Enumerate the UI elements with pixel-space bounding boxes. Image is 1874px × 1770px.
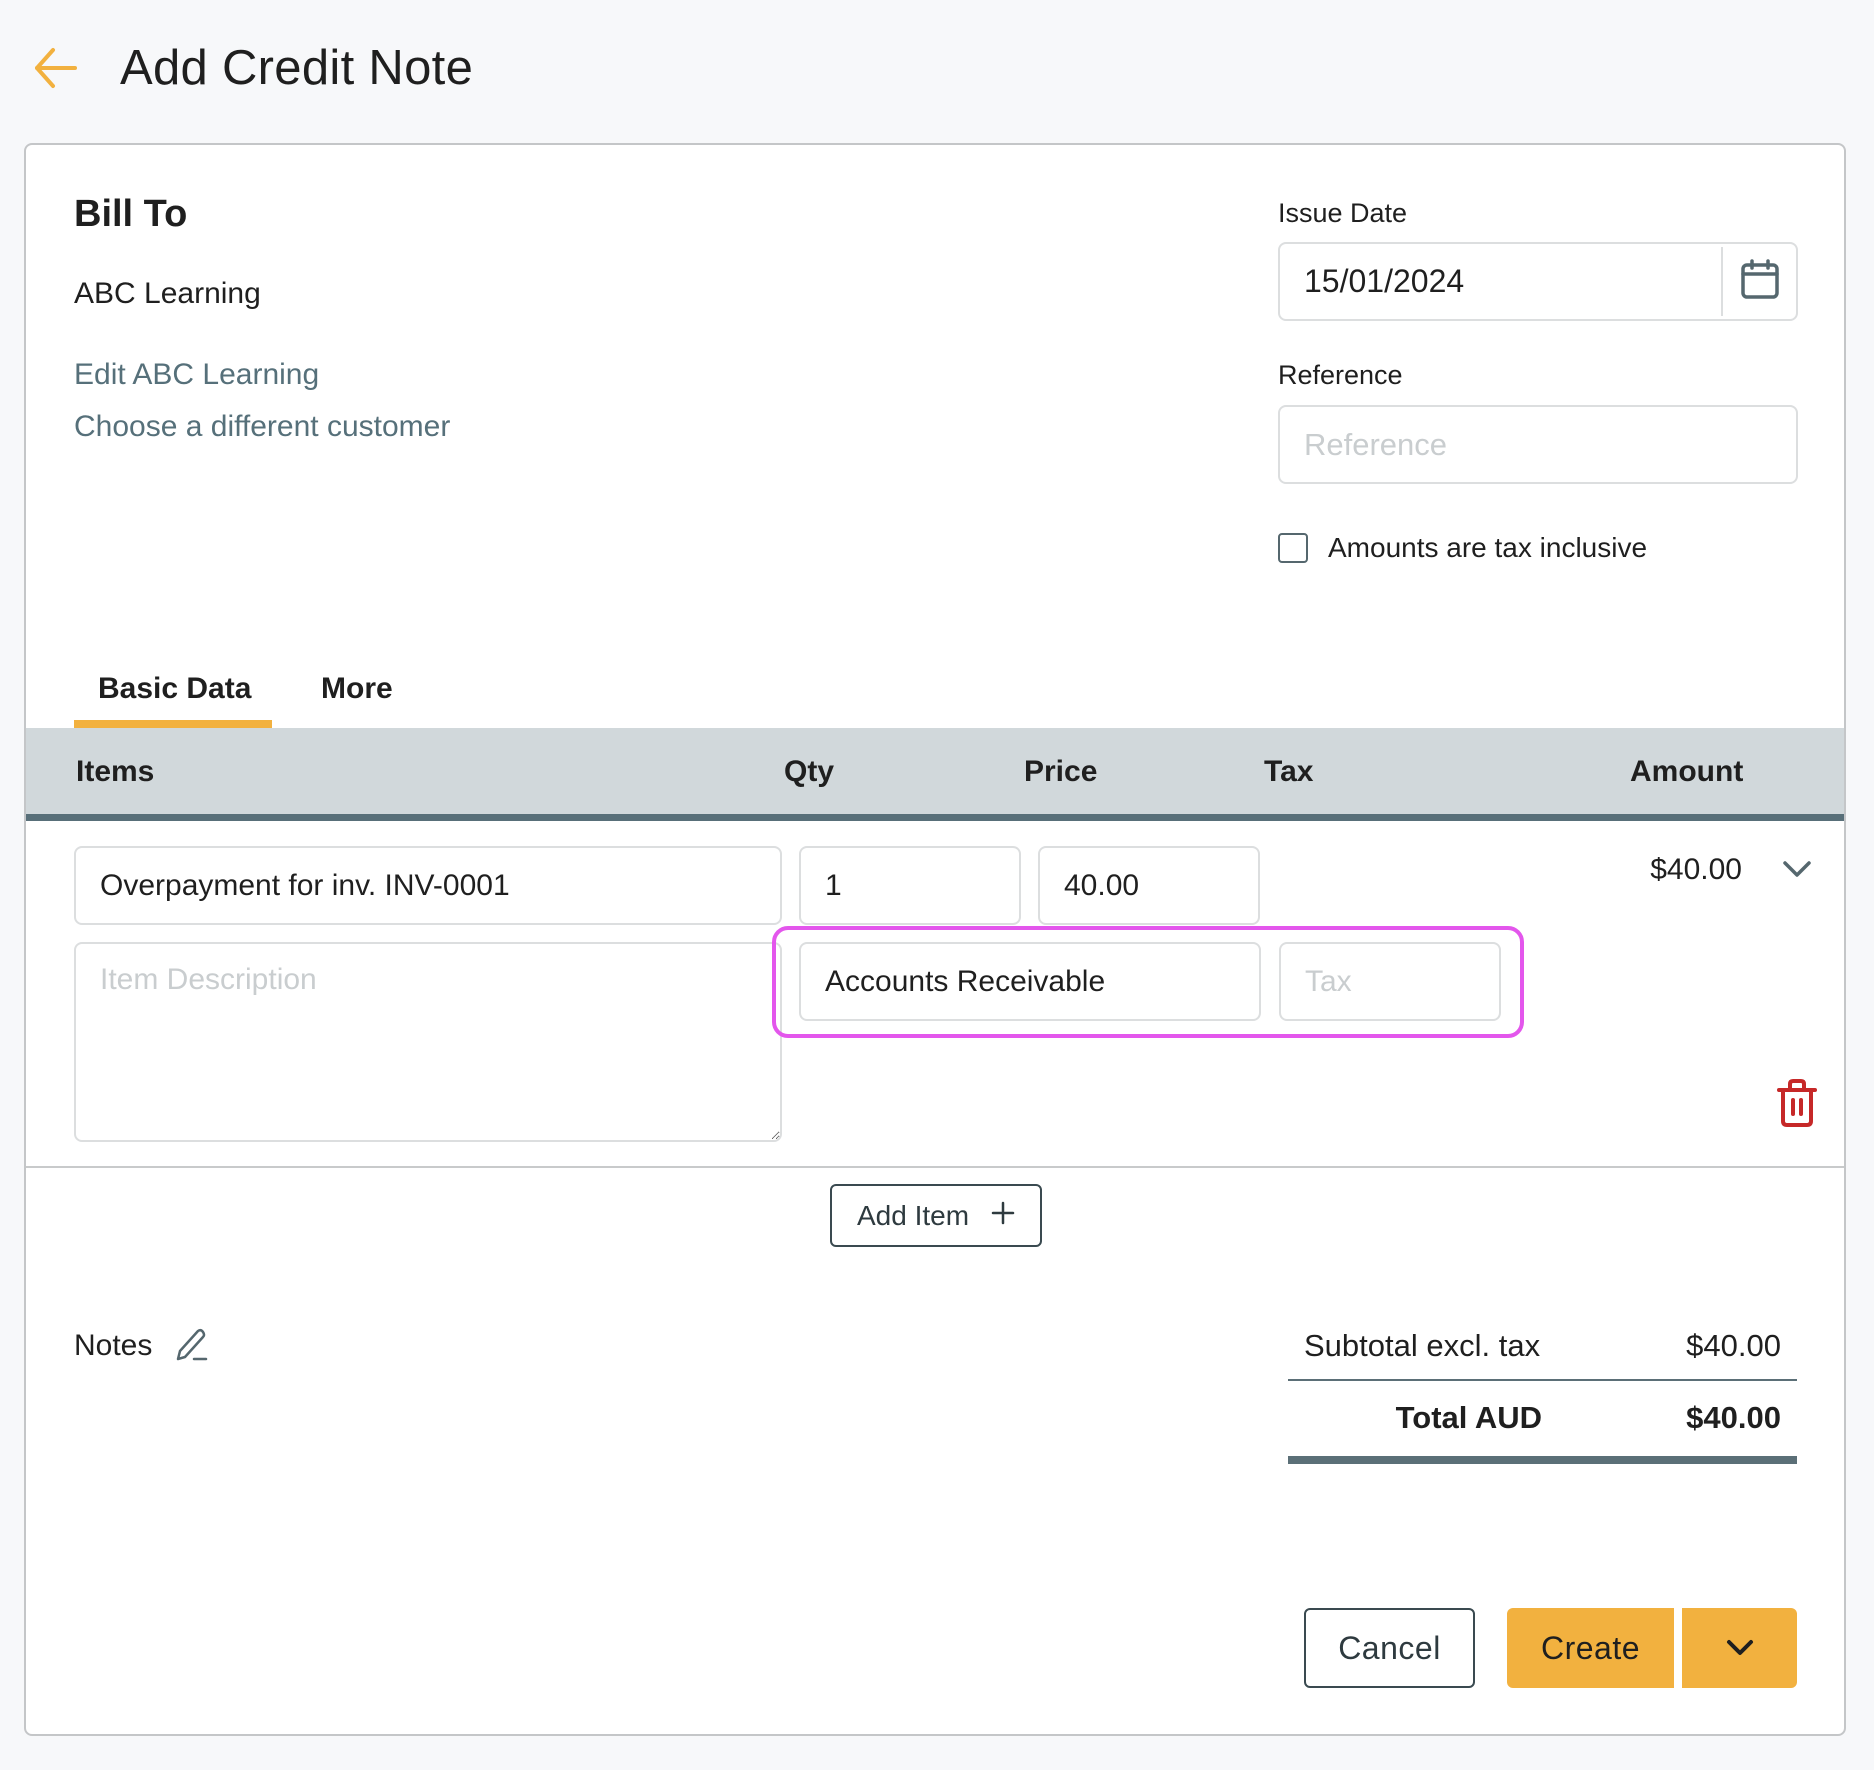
tab-more[interactable]: More xyxy=(321,669,393,709)
column-header-amount: Amount xyxy=(1630,755,1744,788)
add-item-label: Add Item xyxy=(856,1199,970,1231)
total-label: Total AUD xyxy=(1395,1400,1542,1435)
chevron-down-icon xyxy=(1724,1630,1756,1667)
items-table-header xyxy=(26,728,1844,814)
calendar-icon xyxy=(1740,258,1780,305)
create-button[interactable]: Create xyxy=(1507,1608,1674,1688)
issue-date-input[interactable] xyxy=(1280,244,1723,319)
notes-label: Notes xyxy=(74,1329,153,1362)
cancel-button[interactable]: Cancel xyxy=(1304,1608,1475,1688)
issue-date-label: Issue Date xyxy=(1278,198,1408,228)
notes-edit-button[interactable] xyxy=(174,1327,210,1363)
add-item-button[interactable]: Add Item xyxy=(830,1184,1042,1247)
customer-name: ABC Learning xyxy=(74,277,261,310)
total-value: $40.00 xyxy=(1686,1400,1781,1435)
page-title: Add Credit Note xyxy=(120,41,474,95)
qty-input[interactable] xyxy=(799,846,1021,925)
bill-to-heading: Bill To xyxy=(74,193,188,235)
total-underline xyxy=(1288,1456,1797,1464)
back-arrow-icon[interactable] xyxy=(31,44,79,92)
tax-inclusive-checkbox[interactable] xyxy=(1278,533,1308,563)
subtotal-value: $40.00 xyxy=(1686,1328,1781,1363)
table-header-rule xyxy=(26,814,1844,821)
item-name-input[interactable] xyxy=(74,846,782,925)
create-options-button[interactable] xyxy=(1682,1608,1797,1688)
calendar-button[interactable] xyxy=(1723,244,1796,319)
price-input[interactable] xyxy=(1038,846,1260,925)
column-header-tax: Tax xyxy=(1264,755,1314,788)
chevron-down-icon xyxy=(1778,861,1816,890)
edit-customer-link[interactable]: Edit ABC Learning xyxy=(74,355,319,395)
tax-inclusive-label[interactable]: Amounts are tax inclusive xyxy=(1328,530,1647,566)
tab-basic-data[interactable]: Basic Data xyxy=(98,669,251,709)
totals-divider xyxy=(1288,1379,1797,1381)
tax-input[interactable] xyxy=(1279,942,1501,1021)
choose-customer-link[interactable]: Choose a different customer xyxy=(74,407,450,447)
column-header-items: Items xyxy=(76,755,155,788)
account-input[interactable] xyxy=(799,942,1261,1021)
row-expand-button[interactable] xyxy=(1778,852,1816,886)
item-description-textarea[interactable] xyxy=(74,942,782,1142)
reference-input[interactable] xyxy=(1278,405,1798,484)
row-amount: $40.00 xyxy=(1650,853,1742,886)
subtotal-label: Subtotal excl. tax xyxy=(1304,1328,1541,1363)
delete-row-button[interactable] xyxy=(1776,1078,1818,1128)
issue-date-field xyxy=(1278,242,1798,321)
column-header-price: Price xyxy=(1024,755,1098,788)
reference-label: Reference xyxy=(1278,360,1403,390)
column-header-qty: Qty xyxy=(784,755,835,788)
plus-icon xyxy=(991,1200,1015,1232)
row-separator xyxy=(26,1166,1844,1168)
trash-icon xyxy=(1776,1079,1818,1132)
active-tab-indicator xyxy=(74,720,272,728)
pencil-icon xyxy=(174,1328,210,1367)
